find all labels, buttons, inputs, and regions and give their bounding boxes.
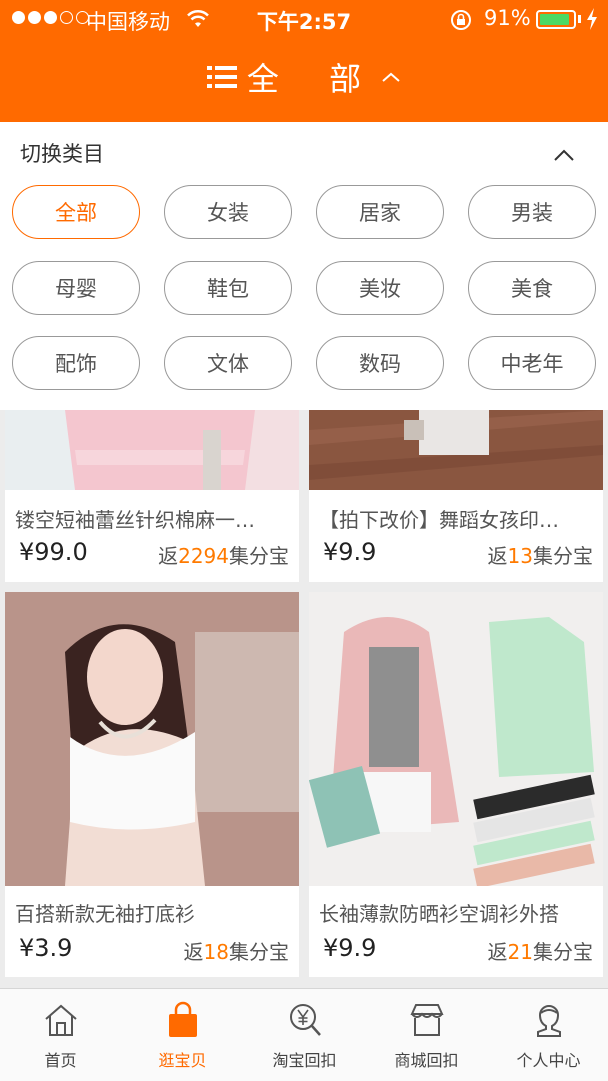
tab-label: 商城回扣 (394, 1051, 459, 1070)
product-card[interactable]: 镂空短袖蕾丝针织棉麻一… ¥99.0 返2294集分宝 (5, 410, 299, 582)
product-card[interactable]: 【拍下改价】舞蹈女孩印… ¥9.9 返13集分宝 (309, 410, 603, 582)
battery-percent: 91% (484, 6, 531, 30)
product-card[interactable]: 长袖薄款防晒衫空调衫外搭 ¥9.9 返21集分宝 (309, 592, 603, 977)
rotation-lock-icon (451, 10, 471, 30)
category-chip-stationery[interactable]: 文体 (164, 336, 292, 390)
category-switcher[interactable]: 全 部 (0, 52, 608, 102)
tab-mall-rebate[interactable]: 商城回扣 (366, 989, 487, 1081)
panel-title: 切换类目 (20, 142, 104, 166)
product-price: ¥99.0 (19, 538, 88, 566)
product-price: ¥9.9 (323, 934, 377, 962)
category-chip-food[interactable]: 美食 (468, 261, 596, 315)
charging-icon (587, 8, 597, 30)
category-chip-men[interactable]: 男装 (468, 185, 596, 239)
rebate-label: 返13集分宝 (487, 544, 593, 568)
product-price: ¥3.9 (19, 934, 73, 962)
category-chip-baby[interactable]: 母婴 (12, 261, 140, 315)
product-title: 【拍下改价】舞蹈女孩印… (319, 508, 559, 532)
battery-icon (536, 10, 576, 29)
category-chip-digital[interactable]: 数码 (316, 336, 444, 390)
yen-search-icon (290, 1004, 321, 1036)
tab-browse[interactable]: 逛宝贝 (122, 989, 243, 1081)
category-chip-home[interactable]: 居家 (316, 185, 444, 239)
tab-bar: 首页 逛宝贝 淘宝回扣 商城回扣 个人中心 (0, 988, 608, 1081)
tab-taobao-rebate[interactable]: 淘宝回扣 (244, 989, 365, 1081)
category-chip-elderly[interactable]: 中老年 (468, 336, 596, 390)
rebate-label: 返18集分宝 (183, 940, 289, 964)
product-title: 长袖薄款防晒衫空调衫外搭 (319, 902, 559, 926)
product-image (309, 410, 603, 490)
tab-home[interactable]: 首页 (0, 989, 121, 1081)
category-chip-women[interactable]: 女装 (164, 185, 292, 239)
tab-profile[interactable]: 个人中心 (488, 989, 608, 1081)
tab-label: 个人中心 (516, 1051, 581, 1070)
category-panel: 切换类目 全部 女装 居家 男装 母婴 鞋包 美妆 美食 配饰 文体 数码 中老… (0, 122, 608, 410)
product-image (309, 592, 603, 886)
rebate-label: 返2294集分宝 (158, 544, 289, 568)
product-title: 百搭新款无袖打底衫 (15, 902, 195, 926)
shopping-bag-icon (169, 1001, 197, 1037)
status-bar: 中国移动 下午2:57 91% (0, 0, 608, 40)
product-image (5, 410, 299, 490)
list-icon (206, 66, 237, 88)
product-title: 镂空短袖蕾丝针织棉麻一… (15, 508, 255, 532)
home-icon (45, 1004, 77, 1036)
product-card[interactable]: 百搭新款无袖打底衫 ¥3.9 返18集分宝 (5, 592, 299, 977)
product-image (5, 592, 299, 886)
product-price: ¥9.9 (323, 538, 377, 566)
category-chip-shoes-bags[interactable]: 鞋包 (164, 261, 292, 315)
top-bar: 中国移动 下午2:57 91% 全 部 (0, 0, 608, 122)
user-icon (537, 1005, 561, 1037)
rebate-label: 返21集分宝 (487, 940, 593, 964)
category-chip-beauty[interactable]: 美妆 (316, 261, 444, 315)
chevron-up-icon (382, 72, 400, 82)
category-chip-all[interactable]: 全部 (12, 185, 140, 239)
store-icon (410, 1004, 444, 1036)
tab-label: 首页 (44, 1051, 77, 1070)
page-title: 全 部 (246, 60, 382, 98)
category-chip-accessories[interactable]: 配饰 (12, 336, 140, 390)
tab-label: 逛宝贝 (158, 1051, 207, 1070)
chevron-up-icon[interactable] (552, 148, 576, 162)
tab-label: 淘宝回扣 (272, 1051, 337, 1070)
